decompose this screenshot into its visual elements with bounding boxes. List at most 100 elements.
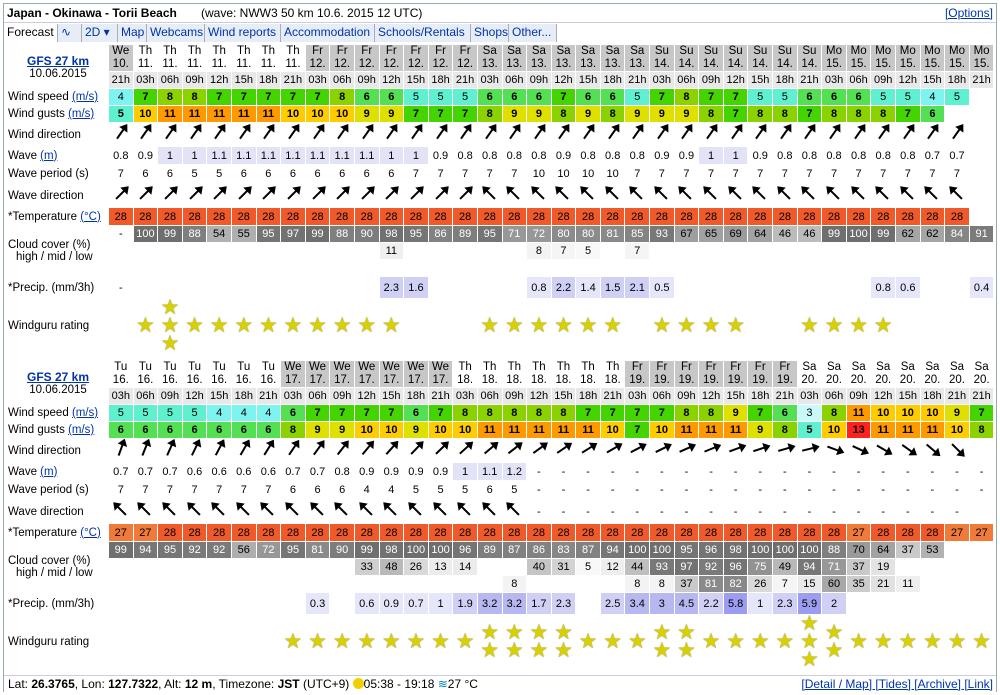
wind-gusts-cell: 11 (501, 421, 528, 439)
rating-cell (747, 298, 774, 354)
cloud-low-cell: 37 (673, 575, 700, 593)
wind-gusts-cell: 9 (575, 105, 601, 123)
cloud-low-cell (772, 259, 798, 277)
wave-cell: - (526, 462, 552, 481)
temperature-cell: 28 (157, 207, 183, 226)
precip-cell (329, 592, 355, 615)
cloud-low-cell (747, 259, 774, 277)
wave-cell: 0.8 (329, 462, 355, 481)
precip-cell (821, 276, 847, 299)
menu-item-5[interactable]: Wind reports (205, 24, 281, 42)
day-cell: Su 14. (796, 44, 823, 72)
footer-links[interactable]: [Detail / Map] [Tides] [Archive] [Link] (801, 676, 993, 693)
wave-direction-cell (452, 183, 478, 208)
rating-cell: ★ (132, 298, 159, 354)
wind-direction-cell (919, 438, 946, 463)
menu-item-6[interactable]: Accommodation (281, 24, 375, 42)
cloud-mid-row: 33 48 26 13 14 40 31 5 12 44 93 97 92 96 75 49 94 71 37 19 (5, 558, 995, 576)
wind-speed-cell: 6 (575, 88, 601, 106)
wave-direction-cell (575, 183, 601, 208)
cloud-high-cell: 95 (673, 541, 700, 559)
cloud-low-cell (526, 259, 552, 277)
wave-arrow-icon (754, 188, 766, 200)
hour-cell: 18h (230, 387, 257, 405)
wind-speed-cell: 7 (722, 88, 749, 106)
wave-direction-row: Wave direction - - - - - - - - - - - - - - - - - - (4, 499, 995, 524)
cloud-high-cell: 100 (624, 541, 651, 559)
wave-period-cell: 7 (919, 164, 946, 184)
wind-gusts-cell: 9 (353, 105, 380, 123)
rating-cell (895, 298, 921, 354)
star-icon: ★ (258, 314, 278, 337)
precip-cell (968, 592, 995, 615)
lon-value: 127.7322 (108, 677, 159, 691)
cloud-low-cell (575, 575, 601, 593)
wind-speed-cell: 10 (895, 404, 921, 422)
wave-arrow-icon (336, 188, 348, 200)
rating-row: Windguru rating ★ ★ ★ ★ ★ ★ ★ ★ ★ ★ ★ ★ ★ ★ ★ ★ ★ ★ ★ ★ ★ ★ ★ ★ ★… (4, 298, 995, 354)
wind-speed-cell: 6 (772, 404, 798, 422)
menu-bar: Forecast ∿ 2D ▾ Map Webcams Wind reports Accom… (4, 24, 996, 43)
precip-cell: 4.5 (673, 592, 700, 615)
hour-cell: 06h (649, 387, 675, 405)
rating-cell: ★ ★ (550, 614, 577, 670)
wind-arrow-icon (434, 443, 447, 455)
wave-period-cell: - (673, 480, 700, 500)
day-cell: Th 11. (280, 44, 306, 72)
precip-cell: 2.3 (550, 592, 577, 615)
wave-direction-cell (550, 183, 577, 208)
rating-cell: ★ (649, 298, 675, 354)
wind-speed-cell: 8 (550, 404, 577, 422)
cloud-high-cell: 99 (870, 225, 896, 243)
precip-cell: 0.3 (304, 592, 331, 615)
wave-arrow-icon (385, 504, 397, 516)
options-link[interactable]: [Options] (945, 6, 993, 20)
rating-cell: ★ (255, 298, 282, 354)
menu-item-2[interactable]: 2D ▾ (82, 24, 118, 42)
wind-arrow-icon (901, 444, 915, 454)
cloud-mid-cell: 44 (624, 558, 651, 576)
wind-arrow-icon (926, 443, 939, 455)
wind-arrow-icon (779, 126, 790, 140)
day-cell: Sa 20. (796, 360, 823, 388)
menu-item-3[interactable]: Map (118, 24, 147, 42)
wind-direction-cell (550, 122, 577, 147)
wind-speed-cell: 5 (452, 88, 478, 106)
cloud-mid-cell (501, 242, 528, 260)
wind-direction-cell (132, 438, 159, 463)
cloud-mid-cell (427, 242, 454, 260)
day-cell: Tu 16. (230, 360, 257, 388)
hour-cell: 12h (206, 71, 232, 89)
menu-item-8[interactable]: Shops (471, 24, 509, 42)
tz-extra: (UTC+9) (302, 677, 350, 691)
wave-period-cell: 7 (255, 480, 282, 500)
menu-item-9[interactable]: Other... (509, 24, 557, 42)
wave-cell: 0.7 (944, 146, 970, 165)
precip-cell: 2.5 (599, 592, 626, 615)
model-link[interactable]: GFS 27 km (8, 54, 108, 68)
day-cell: Tu 16. (206, 360, 232, 388)
cloud-high-cell: 46 (796, 225, 823, 243)
wind-gusts-cell: 7 (722, 105, 749, 123)
cloud-mid-cell: 71 (821, 558, 847, 576)
wave-direction-cell (304, 499, 331, 524)
star-icon: ★ (529, 639, 549, 662)
day-cell: Tu 16. (157, 360, 183, 388)
wind-arrow-icon (655, 445, 669, 453)
precip-cell (845, 592, 872, 615)
menu-item-4[interactable]: Webcams (147, 24, 205, 42)
wind-arrow-icon (632, 126, 643, 140)
temperature-cell: 28 (329, 207, 355, 226)
wave-arrow-icon (188, 504, 201, 516)
wind-direction-cell (944, 122, 970, 147)
model-link[interactable]: GFS 27 km (8, 370, 108, 384)
menu-item-7[interactable]: Schools/Rentals (375, 24, 471, 42)
menu-item-0[interactable]: Forecast (4, 24, 58, 42)
precip-cell (157, 276, 183, 299)
temperature-cell: 28 (649, 523, 675, 542)
menu-item-1[interactable]: ∿ (58, 24, 82, 42)
hour-cell: 12h (550, 71, 577, 89)
precip-cell: 2 (821, 592, 847, 615)
wind-arrow-icon (730, 126, 741, 140)
wind-direction-cell (526, 438, 552, 463)
